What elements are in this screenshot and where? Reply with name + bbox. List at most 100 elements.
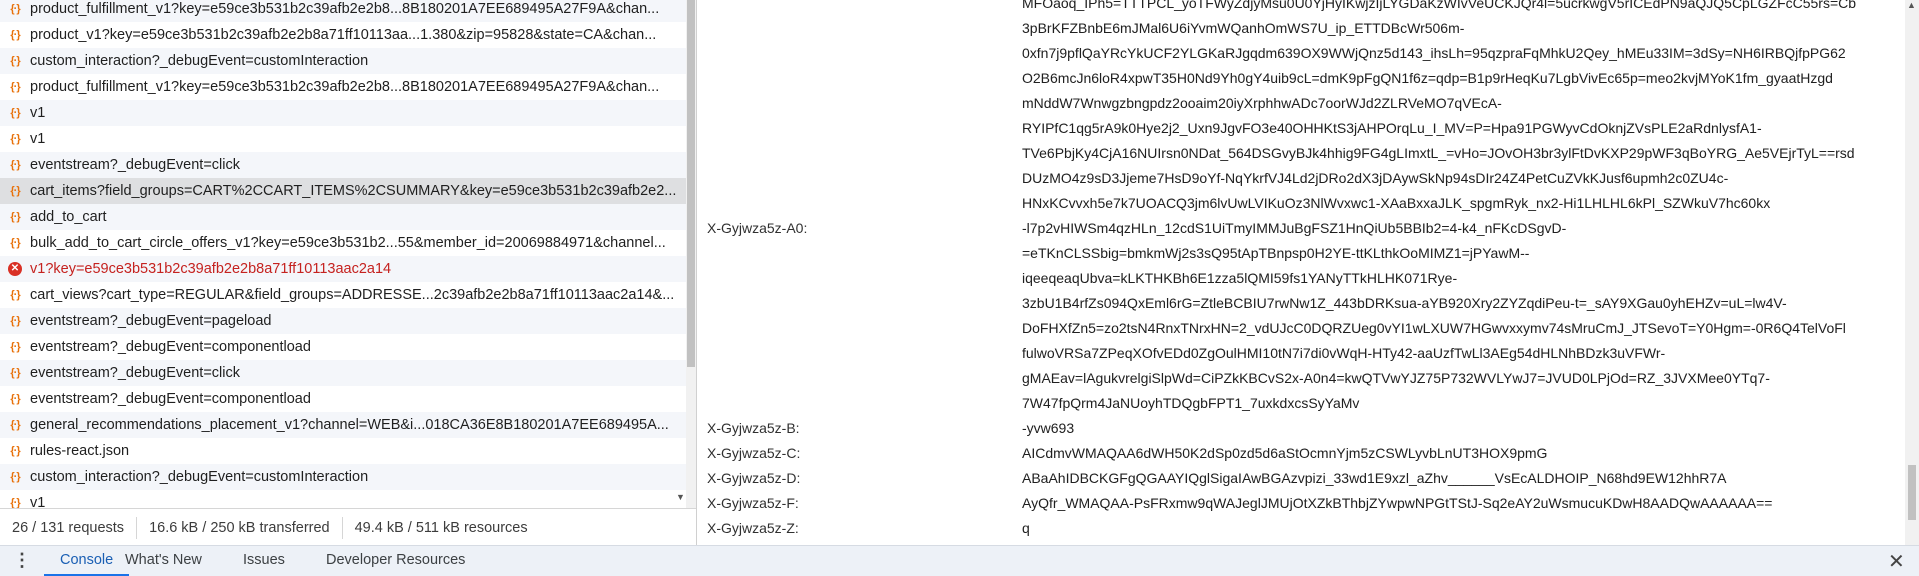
fetch-icon: {·} xyxy=(10,55,20,67)
request-name: eventstream?_debugEvent=componentload xyxy=(30,339,311,355)
fetch-icon: {·} xyxy=(10,445,20,457)
header-name xyxy=(697,0,1022,216)
request-row[interactable]: {·} eventstream?_debugEvent=pageload xyxy=(0,308,686,334)
fetch-icon: {·} xyxy=(10,185,20,197)
header-value-line: 3zbU1B4rfZs094QxEml6rG=ZtleBCBIU7rwNw1Z_… xyxy=(1022,295,1787,311)
request-row[interactable]: {·} bulk_add_to_cart_circle_offers_v1?key… xyxy=(0,230,686,256)
request-list-scrollbar[interactable] xyxy=(686,0,696,508)
request-row[interactable]: {·} v1 xyxy=(0,126,686,152)
request-row[interactable]: ✕ v1?key=e59ce3b531b2c39afb2e2b8a71ff1011… xyxy=(0,256,686,282)
transferred-size: 16.6 kB / 250 kB transferred xyxy=(137,516,343,539)
request-name: product_fulfillment_v1?key=e59ce3b531b2c… xyxy=(30,1,660,17)
request-name: general_recommendations_placement_v1?cha… xyxy=(30,417,669,433)
header-value-line: O2B6mcJn6loR4xpwT35H0Nd9Yh0gY4uib9cL=dmK… xyxy=(1022,70,1833,86)
request-name: eventstream?_debugEvent=click xyxy=(30,365,240,381)
resources-size: 49.4 kB / 511 kB resources xyxy=(354,519,528,536)
header-value-line: q xyxy=(1022,520,1030,536)
scroll-down-arrow-icon[interactable]: ▼ xyxy=(676,492,685,502)
request-row[interactable]: {·} eventstream?_debugEvent=click xyxy=(0,360,686,386)
scroll-up-arrow-icon[interactable]: ▲ xyxy=(1907,0,1916,10)
error-icon: ✕ xyxy=(8,262,22,276)
header-value-line: fulwoVRSa7ZPeqXOfvEDd0ZgOulHMI10tN7i7di0… xyxy=(1022,345,1666,361)
headers-scrollbar[interactable] xyxy=(1905,0,1919,545)
request-row[interactable]: {·} eventstream?_debugEvent=componentload xyxy=(0,386,686,412)
headers-panel: MFOaoq_IPh5=TTTPCL_yoTFWyZdjyMsu0U0YjHyI… xyxy=(697,0,1905,545)
drawer-tab-bar: ⋮ Console What's New Issues Developer Re… xyxy=(0,545,1919,576)
request-row[interactable]: {·} cart_views?cart_type=REGULAR&field_gr… xyxy=(0,282,686,308)
tab-issues[interactable]: Issues xyxy=(243,546,285,576)
request-name: v1?key=e59ce3b531b2c39afb2e2b8a71ff10113… xyxy=(30,261,392,277)
fetch-icon: {·} xyxy=(10,315,20,327)
request-name: cart_views?cart_type=REGULAR&field_group… xyxy=(30,287,675,303)
fetch-icon: {·} xyxy=(10,237,20,249)
request-name: rules-react.json xyxy=(30,443,130,459)
request-row[interactable]: {·} product_fulfillment_v1?key=e59ce3b531… xyxy=(0,0,686,22)
header-value-line: -l7p2vHIWSm4qzHLn_12cdS1UiTmyIMMJuBgFSZ1… xyxy=(1022,220,1567,236)
request-row[interactable]: {·} cart_items?field_groups=CART%2CCART_I… xyxy=(0,178,686,204)
header-value-line: =eTKnCLSSbig=bmkmWj2s3sQ95tApTBnpsp0H2YE… xyxy=(1022,245,1530,261)
request-row[interactable]: {·} eventstream?_debugEvent=click xyxy=(0,152,686,178)
header-value-line: MFOaoq_IPh5=TTTPCL_yoTFWyZdjyMsu0U0YjHyI… xyxy=(1022,0,1857,11)
header-value: AICdmvWMAQAA6dWH50K2dSp0zd5d6aStOcmnYjm5… xyxy=(1022,441,1547,466)
request-row[interactable]: {·} eventstream?_debugEvent=componentload xyxy=(0,334,686,360)
header-name: X-Gyjwza5z-F: xyxy=(707,495,799,511)
header-name: X-Gyjwza5z-D: xyxy=(707,470,801,486)
scrollbar-thumb[interactable] xyxy=(687,0,695,367)
request-row[interactable]: {·} custom_interaction?_debugEvent=custom… xyxy=(0,48,686,74)
header-value-line: DUzMO4z9sD3Jjeme7HsD9oYf-NqYkrfVJ4Ld2jDR… xyxy=(1022,170,1729,186)
header-value-line: gMAEav=lAgukvrelgiSlpWd=CiPZkKBCvS2x-A0n… xyxy=(1022,370,1770,386)
request-count: 26 / 131 requests xyxy=(0,516,138,539)
fetch-icon: {·} xyxy=(10,159,20,171)
header-row: X-Gyjwza5z-D: ABaAhIDBCKGFgQGAAYIQglSigaI… xyxy=(697,466,1905,491)
fetch-icon: {·} xyxy=(10,341,20,353)
header-value-line: 0xfn7j9pflQaYRcYkUCF2YLGKaRJgqdm639OX9WW… xyxy=(1022,45,1846,61)
header-value: -yvw693 xyxy=(1022,416,1074,441)
header-value-line: DoFHXfZn5=zo2tsN4RnxTNrxHN=2_vdUJcC0DQRZ… xyxy=(1022,320,1846,336)
header-value-line: HNxKCvvxh5e7k7UOACQ3jm6lvUwLVIKuOz3NlWvx… xyxy=(1022,195,1771,211)
close-icon[interactable]: ✕ xyxy=(1888,549,1905,574)
fetch-icon: {·} xyxy=(10,471,20,483)
fetch-icon: {·} xyxy=(10,393,20,405)
fetch-icon: {·} xyxy=(10,367,20,379)
header-name: X-Gyjwza5z-C: xyxy=(707,445,801,461)
header-value-line: AICdmvWMAQAA6dWH50K2dSp0zd5d6aStOcmnYjm5… xyxy=(1022,445,1548,461)
request-row[interactable]: {·} general_recommendations_placement_v1?… xyxy=(0,412,686,438)
request-row[interactable]: {·} add_to_cart xyxy=(0,204,686,230)
request-name: eventstream?_debugEvent=pageload xyxy=(30,313,272,329)
kebab-menu-icon[interactable]: ⋮ xyxy=(13,551,31,569)
request-name: cart_items?field_groups=CART%2CCART_ITEM… xyxy=(30,183,677,199)
request-list-panel: {·} product_fulfillment_v1?key=e59ce3b531… xyxy=(0,0,686,508)
header-row: X-Gyjwza5z-A0: -l7p2vHIWSm4qzHLn_12cdS1Ui… xyxy=(697,216,1905,416)
request-name: v1 xyxy=(30,105,46,121)
header-value: ABaAhIDBCKGFgQGAAYIQglSigaIAwBGAzvpizi_3… xyxy=(1022,466,1727,491)
fetch-icon: {·} xyxy=(10,133,20,145)
network-status-bar: 26 / 131 requests 16.6 kB / 250 kB trans… xyxy=(0,508,696,546)
header-value-line: -yvw693 xyxy=(1022,420,1075,436)
scrollbar-thumb[interactable] xyxy=(1908,465,1916,520)
request-row[interactable]: {·} product_fulfillment_v1?key=e59ce3b531… xyxy=(0,74,686,100)
request-row[interactable]: {·} product_v1?key=e59ce3b531b2c39afb2e2b… xyxy=(0,22,686,48)
header-value: AyQfr_WMAQAA-PsFRxmw9qWAJeglJMUjOtXZkBTh… xyxy=(1022,491,1772,516)
fetch-icon: {·} xyxy=(10,419,20,431)
fetch-icon: {·} xyxy=(10,497,20,508)
header-row: MFOaoq_IPh5=TTTPCL_yoTFWyZdjyMsu0U0YjHyI… xyxy=(697,0,1905,216)
tab-developer-resources[interactable]: Developer Resources xyxy=(326,546,465,576)
header-value-line: RYIPfC1qg5rA9k0Hye2j2_Uxn9JgvFO3e40OHHKt… xyxy=(1022,120,1762,136)
request-row[interactable]: {·} rules-react.json xyxy=(0,438,686,464)
header-value-line: TVe6PbjKy4CjA16NUIrsn0NDat_564DSGvyBJk4h… xyxy=(1022,145,1855,161)
header-value: MFOaoq_IPh5=TTTPCL_yoTFWyZdjyMsu0U0YjHyI… xyxy=(1022,0,1856,216)
request-row[interactable]: {·} custom_interaction?_debugEvent=custom… xyxy=(0,464,686,490)
header-value-line: mNddW7Wnwgzbngpdz2ooaim20iyXrphhwADc7oor… xyxy=(1022,95,1502,111)
request-name: eventstream?_debugEvent=componentload xyxy=(30,391,311,407)
tab-console[interactable]: Console xyxy=(44,546,130,576)
request-name: custom_interaction?_debugEvent=customInt… xyxy=(30,469,369,485)
request-name: bulk_add_to_cart_circle_offers_v1?key=e5… xyxy=(30,235,666,251)
tab-whats-new[interactable]: What's New xyxy=(125,546,202,576)
request-list: {·} product_fulfillment_v1?key=e59ce3b531… xyxy=(0,0,686,508)
request-name: add_to_cart xyxy=(30,209,107,225)
request-name: eventstream?_debugEvent=click xyxy=(30,157,240,173)
request-row[interactable]: {·} v1 xyxy=(0,100,686,126)
header-row: X-Gyjwza5z-Z: q xyxy=(697,516,1905,541)
request-row[interactable]: {·} v1 xyxy=(0,490,686,508)
response-headers-list: MFOaoq_IPh5=TTTPCL_yoTFWyZdjyMsu0U0YjHyI… xyxy=(697,0,1905,541)
